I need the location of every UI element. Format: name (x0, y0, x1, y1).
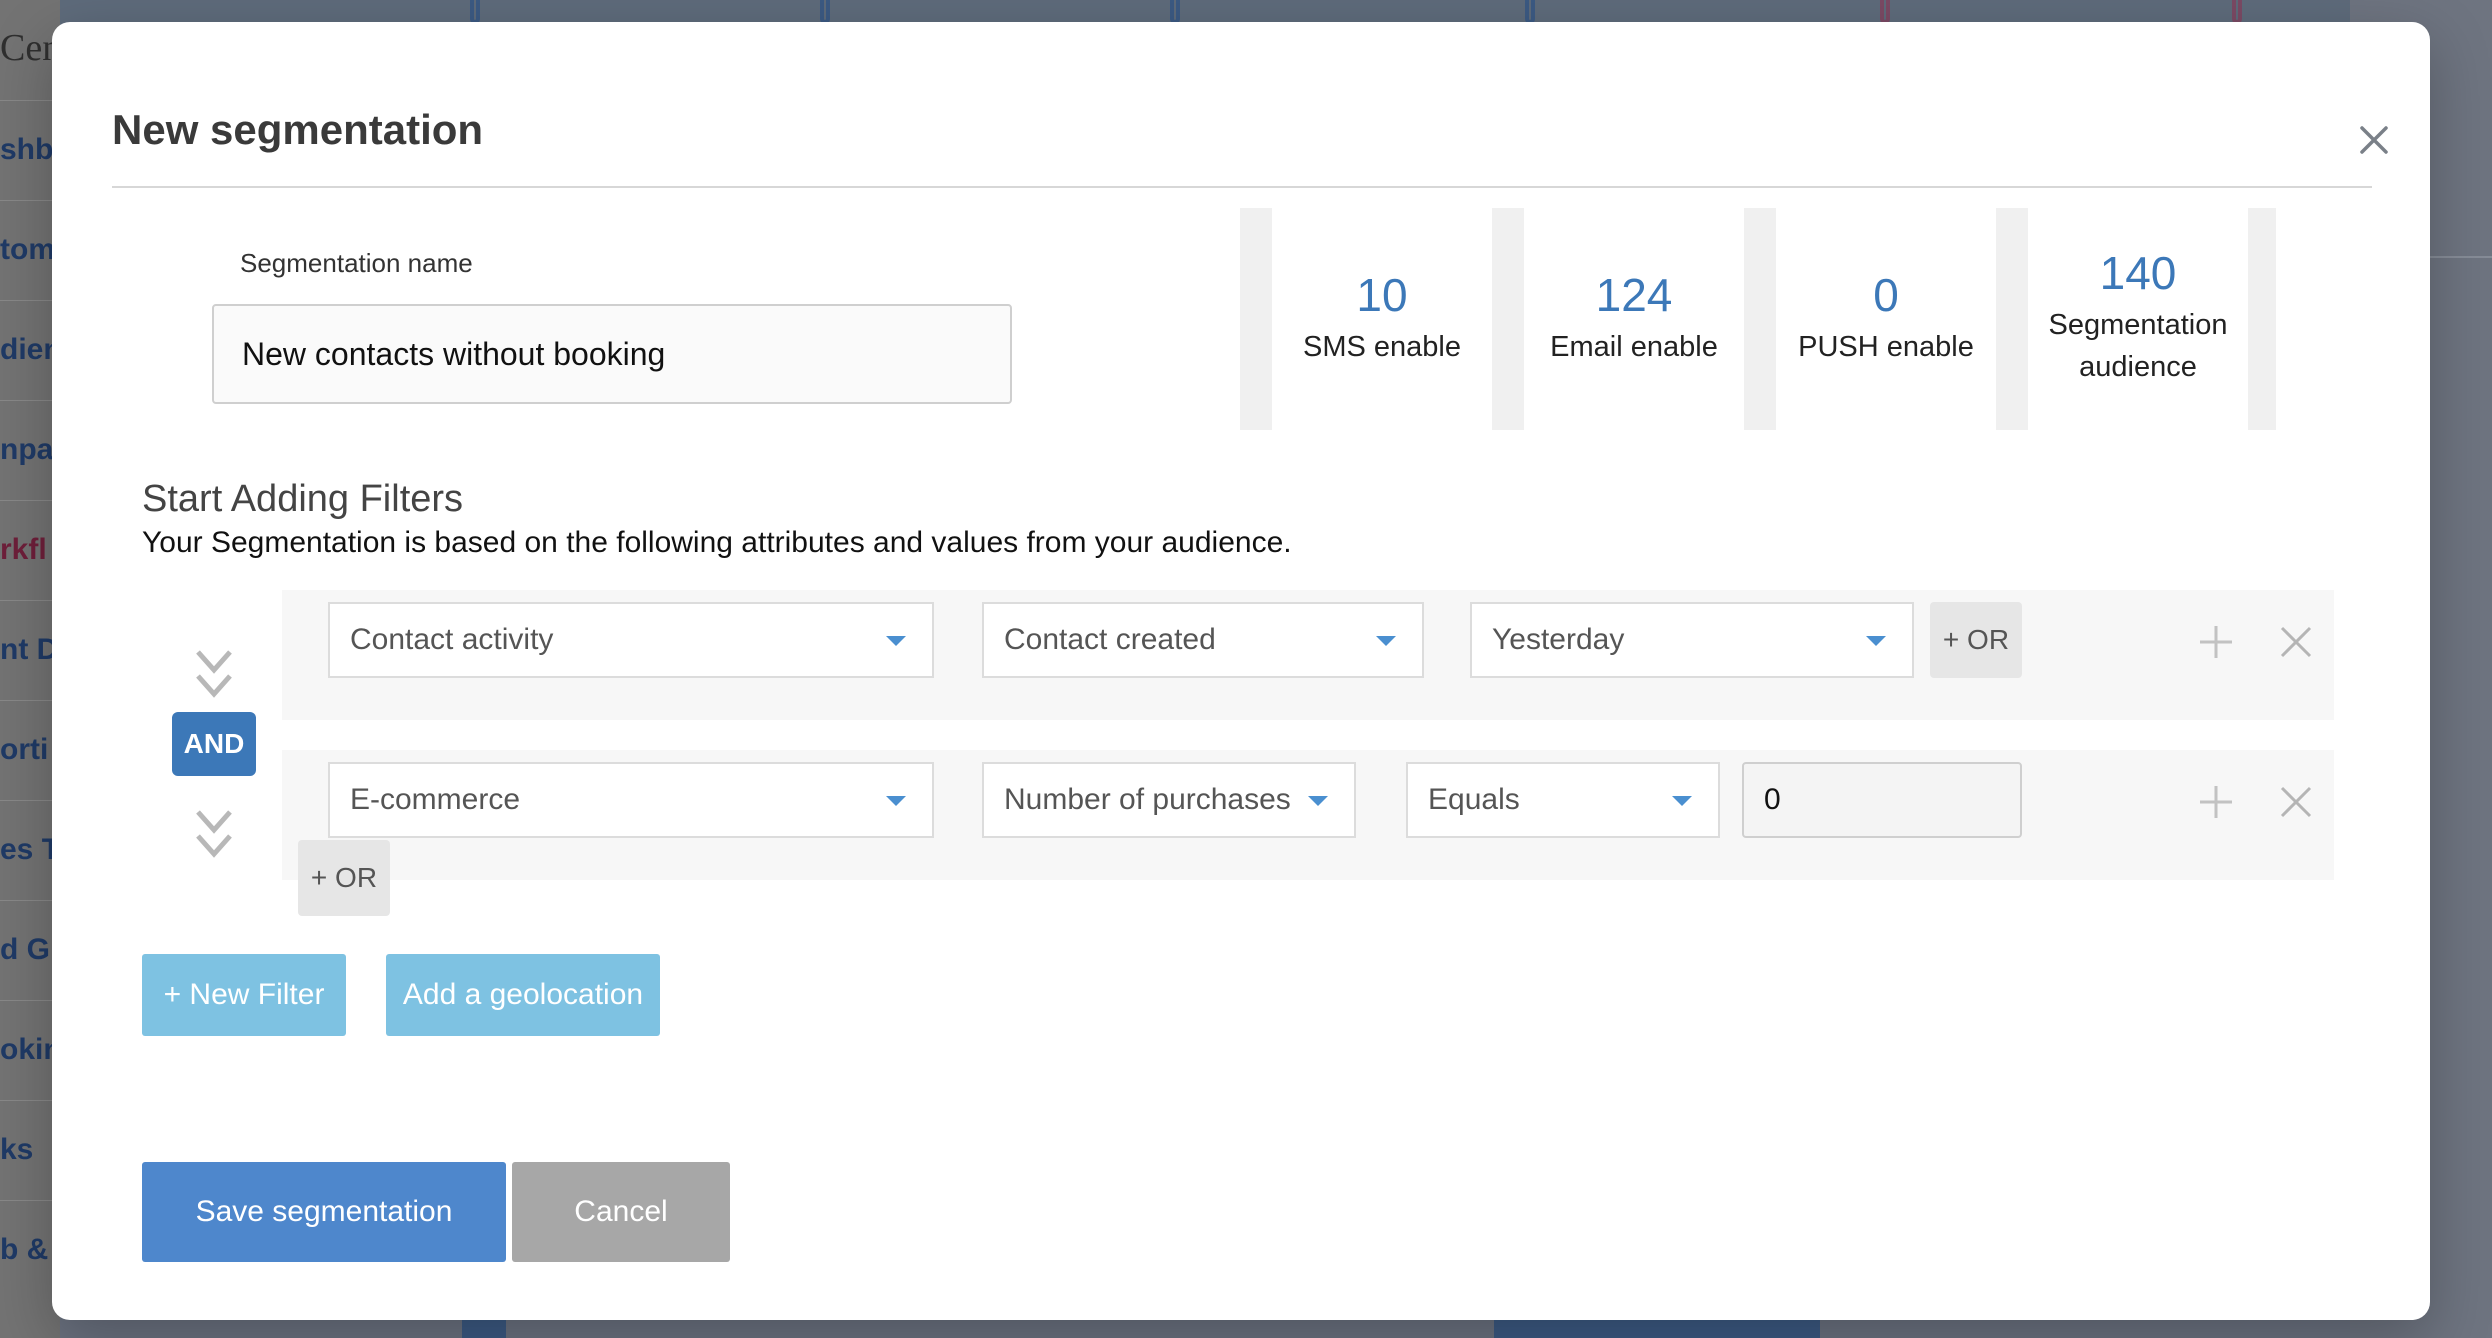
filter-field-select[interactable]: Contact activity (328, 602, 934, 678)
stat-label: SMS enable (1303, 331, 1461, 363)
select-value: Contact activity (350, 623, 554, 656)
background-chart-bar (1170, 0, 1180, 24)
stat-sms: 10 SMS enable (1272, 208, 1492, 430)
stat-separator (1996, 208, 2028, 430)
background-nav-item: npa (0, 400, 60, 500)
background-chart-bar (1880, 0, 1890, 24)
filter-attribute-select[interactable]: Number of purchases (982, 762, 1356, 838)
close-icon[interactable] (2350, 116, 2396, 162)
stat-separator (1240, 208, 1272, 430)
filter-field-select[interactable]: E-commerce (328, 762, 934, 838)
caret-down-icon (886, 636, 906, 646)
stat-push: 0 PUSH enable (1776, 208, 1996, 430)
background-nav-item: ks (0, 1100, 60, 1200)
chevron-down-double-icon (196, 810, 232, 858)
audience-stats: 10 SMS enable 124 Email enable 0 PUSH en… (1240, 208, 2284, 430)
segmentation-name-input[interactable] (212, 304, 1012, 404)
new-filter-button[interactable]: + New Filter (142, 954, 346, 1036)
background-nav-item: shbo (0, 100, 60, 200)
select-value: Number of purchases (1004, 783, 1291, 816)
background-nav-item: d G (0, 900, 60, 1000)
cancel-button[interactable]: Cancel (512, 1162, 730, 1262)
background-nav-item: nt D (0, 600, 60, 700)
background-nav-item: tom (0, 200, 60, 300)
stat-email: 124 Email enable (1524, 208, 1744, 430)
modal-title: New segmentation (112, 106, 484, 153)
caret-down-icon (1376, 636, 1396, 646)
save-segmentation-button[interactable]: Save segmentation (142, 1162, 506, 1262)
select-value: Equals (1428, 783, 1520, 816)
background-nav-item: rkfl (0, 500, 60, 600)
background-nav-item: okin (0, 1000, 60, 1100)
select-value: E-commerce (350, 783, 521, 816)
segmentation-name-label: Segmentation name (240, 248, 473, 278)
stat-number: 10 (1356, 269, 1408, 321)
background-nav-item: dien (0, 300, 60, 400)
caret-down-icon (886, 796, 906, 806)
header-divider (112, 186, 2372, 188)
add-or-condition-button[interactable]: + OR (298, 840, 390, 916)
stat-separator (1492, 208, 1524, 430)
stat-separator (1744, 208, 1776, 430)
move-icon[interactable] (2196, 622, 2236, 662)
remove-filter-icon[interactable] (2276, 782, 2316, 822)
filter-attribute-select[interactable]: Contact created (982, 602, 1424, 678)
select-value: Contact created (1004, 623, 1216, 656)
filter-row: E-commerce Number of purchases Equals (282, 750, 2334, 880)
background-nav-item: orti (0, 700, 60, 800)
caret-down-icon (1672, 796, 1692, 806)
filters-description: Your Segmentation is based on the follow… (142, 526, 1292, 559)
chevron-down-double-icon (196, 650, 232, 698)
filter-row: Contact activity Contact created Yesterd… (282, 590, 2334, 720)
remove-filter-icon[interactable] (2276, 622, 2316, 662)
filters-title: Start Adding Filters (142, 478, 464, 520)
select-value: Yesterday (1492, 623, 1625, 656)
add-geolocation-button[interactable]: Add a geolocation (386, 954, 660, 1036)
segmentation-modal: New segmentation Segmentation name 10 SM… (52, 22, 2430, 1320)
stat-label: Segmentation (2048, 309, 2228, 341)
move-icon[interactable] (2196, 782, 2236, 822)
caret-down-icon (1866, 636, 1886, 646)
stat-separator (2248, 208, 2276, 430)
background-chart-bar (470, 0, 480, 24)
background-sidebar: Cen shbo tom dien npa rkfl nt D orti es … (0, 0, 61, 1338)
background-nav-item: es T (0, 800, 60, 900)
filter-operator-select[interactable]: Equals (1406, 762, 1720, 838)
and-toggle-button[interactable]: AND (172, 712, 256, 776)
stat-number: 140 (2099, 247, 2177, 299)
stat-number: 124 (1595, 269, 1673, 321)
background-chart-bar (2232, 0, 2242, 24)
caret-down-icon (1308, 796, 1328, 806)
background-nav-item: b & (0, 1200, 60, 1300)
stat-label: audience (2079, 351, 2197, 383)
stat-segmentation-audience: 140 Segmentation audience (2028, 208, 2248, 430)
stat-number: 0 (1873, 269, 1899, 321)
add-or-condition-button[interactable]: + OR (1930, 602, 2022, 678)
filter-value-select[interactable]: Yesterday (1470, 602, 1914, 678)
filter-value-input[interactable] (1742, 762, 2022, 838)
stat-label: Email enable (1550, 331, 1718, 363)
background-chart-bar (820, 0, 830, 24)
background-chart-bar (1525, 0, 1535, 24)
stat-label: PUSH enable (1798, 331, 1974, 363)
